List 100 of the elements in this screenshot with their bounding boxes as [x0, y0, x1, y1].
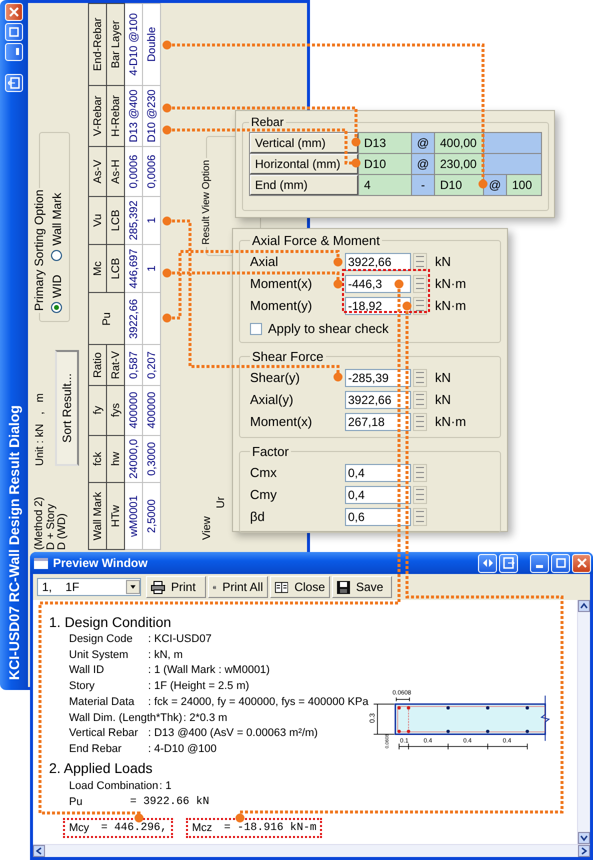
- spin-buttons[interactable]: [413, 464, 427, 482]
- group-title: Axial Force & Moment: [251, 233, 381, 248]
- vertical-scrollbar[interactable]: [577, 600, 590, 844]
- window-title: Preview Window: [53, 556, 148, 570]
- table-cell: wM0001: [124, 482, 142, 550]
- spin-buttons[interactable]: [413, 508, 427, 526]
- field-value: = -18.916 kN-m: [224, 822, 316, 834]
- column-header: As-H: [106, 146, 124, 196]
- column-header: Rat-V: [106, 344, 124, 386]
- table-cell[interactable]: D10: [359, 154, 411, 174]
- field-value: : 1: [159, 778, 172, 794]
- table-cell[interactable]: D10: [435, 175, 483, 195]
- story-dropdown[interactable]: 1, 1F: [37, 578, 141, 596]
- number-field[interactable]: 0,6: [345, 508, 411, 526]
- table-cell[interactable]: 400,00: [435, 133, 483, 153]
- group-title: Result View Option: [201, 158, 212, 247]
- table-cell: D13 @400: [124, 85, 142, 147]
- radio-option[interactable]: WID: [50, 274, 64, 313]
- column-header: Vu: [88, 196, 106, 244]
- field-value: : 1F (Height = 2.5 m): [148, 679, 250, 694]
- window-icon: [34, 558, 48, 568]
- swap-button[interactable]: [478, 554, 497, 572]
- window-arrow-button[interactable]: [499, 554, 518, 572]
- number-field[interactable]: 267,18: [345, 412, 411, 430]
- table-cell: 0,0006: [124, 146, 142, 196]
- number-field[interactable]: 3922,66: [345, 390, 411, 408]
- field-value: : D13 @400 (AsV = 0.00063 m²/m): [148, 726, 318, 742]
- toolbar-button[interactable]: Print All: [208, 576, 268, 598]
- field-label: Axial: [250, 254, 280, 269]
- maximize-button[interactable]: [551, 554, 570, 572]
- group-title: Shear Force: [251, 349, 325, 364]
- table-cell[interactable]: 4: [359, 175, 411, 195]
- radio-option[interactable]: Wall Mark: [50, 192, 64, 261]
- group-title: Rebar: [250, 115, 285, 129]
- field-label: Wall ID: [69, 663, 106, 678]
- option-text: D (WD): [57, 513, 68, 550]
- close-button[interactable]: [5, 3, 23, 21]
- number-field[interactable]: -446,3: [345, 274, 411, 292]
- field-label: Shear(y): [250, 370, 301, 385]
- unit-label: kN: [435, 370, 451, 385]
- table-cell: 446,697: [124, 244, 142, 293]
- table-cell: 400000: [124, 385, 142, 436]
- close-button[interactable]: [572, 554, 591, 572]
- spin-buttons[interactable]: [413, 296, 427, 314]
- table-cell[interactable]: 100: [507, 175, 541, 195]
- column-header: Mc: [88, 244, 106, 293]
- caret-icon: [126, 580, 140, 594]
- close-icon: [9, 7, 19, 17]
- toolbar-button[interactable]: Close: [270, 576, 330, 598]
- unit-label: Unit : kN , m: [34, 392, 46, 466]
- table-cell: @: [412, 154, 434, 174]
- horizontal-scrollbar[interactable]: [33, 844, 590, 857]
- view-label: View: [201, 516, 213, 540]
- table-cell[interactable]: D13: [359, 133, 411, 153]
- number-field[interactable]: 0,4: [345, 464, 411, 482]
- column-header: fck: [88, 435, 106, 483]
- field-value: : 4-D10 @100: [148, 742, 217, 757]
- toolbar-button[interactable]: Print: [146, 576, 206, 598]
- minimize-button[interactable]: [5, 43, 23, 61]
- sort-result-button[interactable]: Sort Result...: [55, 350, 79, 466]
- table-cell: 0,0006: [142, 146, 160, 196]
- maximize-button[interactable]: [5, 23, 23, 41]
- maximize-icon: [9, 27, 19, 37]
- column-header: fys: [106, 385, 124, 436]
- field-label: Axial(y): [250, 392, 294, 407]
- field-label: Unit System: [69, 648, 130, 663]
- field-value: = 446.296,: [101, 822, 168, 834]
- table-cell: 285,392: [124, 196, 142, 244]
- field-label: Cmy: [250, 487, 278, 502]
- window-arrow-button[interactable]: [5, 74, 23, 92]
- number-field[interactable]: -285,39: [345, 368, 411, 386]
- field-label: Vertical Rebar: [69, 726, 140, 742]
- table-cell: 4-D10 @100: [124, 4, 142, 86]
- field-label: Mcz: [192, 822, 214, 834]
- column-header: LCB: [106, 196, 124, 244]
- spin-buttons[interactable]: [413, 390, 427, 408]
- unit-label: kN: [435, 254, 451, 269]
- number-field[interactable]: 3922,66: [345, 252, 411, 270]
- field-label: Material Data: [69, 694, 136, 710]
- toolbar-button[interactable]: Save: [332, 576, 392, 598]
- section-heading: 1. Design Condition: [49, 613, 172, 632]
- spin-buttons[interactable]: [413, 412, 427, 430]
- group-title: Factor: [251, 444, 290, 459]
- table-cell[interactable]: 230,00: [435, 154, 483, 174]
- option-text: D + Story: [46, 502, 57, 550]
- field-value: : 1 (Wall Mark : wM0001): [148, 663, 270, 678]
- spin-buttons[interactable]: [413, 252, 427, 270]
- minimize-button[interactable]: [530, 554, 549, 572]
- column-header: As-V: [88, 146, 106, 196]
- table-cell: 0,207: [142, 344, 160, 386]
- table-cell: 2,5000: [142, 482, 160, 550]
- field-value: : 2*0.3 m: [183, 710, 228, 726]
- spin-buttons[interactable]: [413, 274, 427, 292]
- spin-buttons[interactable]: [413, 368, 427, 386]
- table-cell: @: [412, 133, 434, 153]
- field-label: Cmx: [250, 465, 278, 480]
- number-field[interactable]: 0,4: [345, 486, 411, 504]
- checkbox-option[interactable]: Apply to shear check: [250, 321, 500, 336]
- unit-label: kN·m: [435, 276, 466, 291]
- spin-buttons[interactable]: [413, 486, 427, 504]
